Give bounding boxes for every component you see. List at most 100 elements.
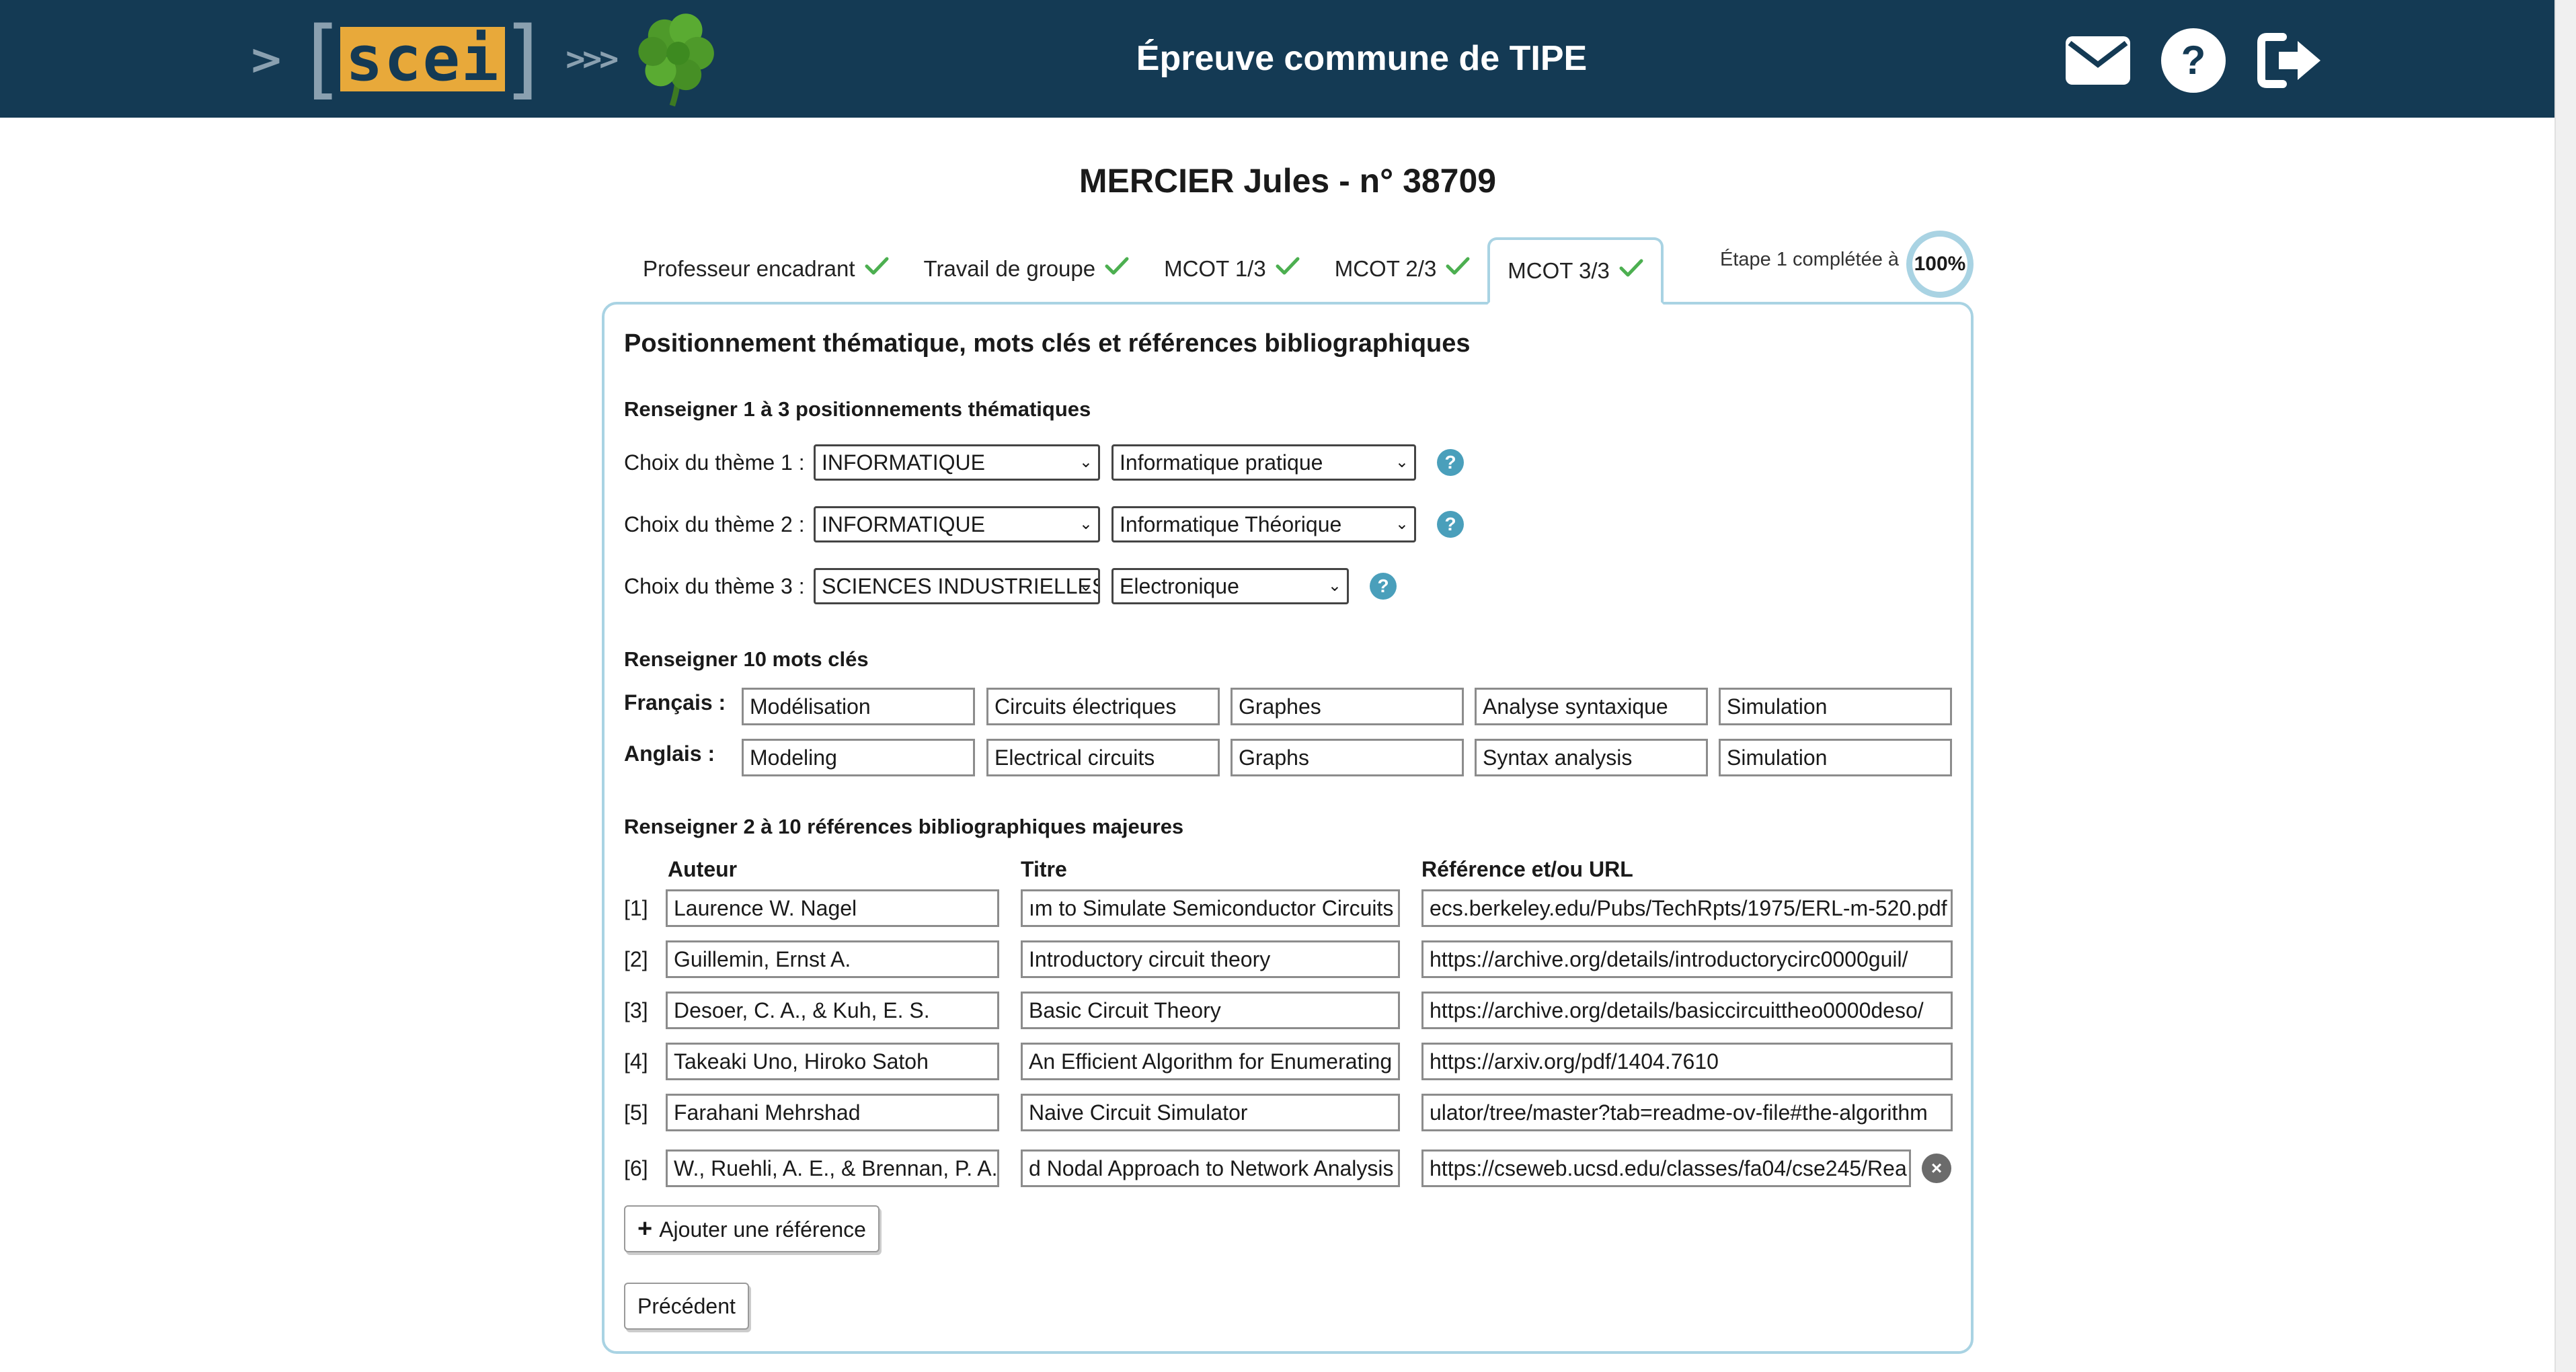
tab-mcot-2[interactable]: MCOT 2/3	[1317, 235, 1488, 302]
reference-url-input[interactable]: ulator/tree/master?tab=readme-ov-file#th…	[1421, 1094, 1953, 1131]
keyword-en-1-input[interactable]: Modeling	[742, 739, 975, 776]
student-name: MERCIER Jules - n° 38709	[1079, 162, 1497, 200]
add-reference-label: Ajouter une référence	[659, 1217, 866, 1242]
top-bar: > [scei] >>> Épreuve commune de TIPE ?	[0, 0, 2576, 118]
reference-title-input[interactable]: Naive Circuit Simulator	[1021, 1094, 1400, 1131]
previous-button[interactable]: Précédent	[624, 1283, 749, 1330]
reference-author-input[interactable]: Guillemin, Ernst A.	[666, 940, 999, 978]
window-scrollbar[interactable]	[2554, 0, 2576, 1372]
help-icon[interactable]: ?	[2160, 28, 2227, 93]
select-value: Informatique Théorique	[1120, 512, 1342, 536]
check-icon	[1619, 258, 1643, 284]
tab-mcot-1[interactable]: MCOT 1/3	[1146, 235, 1317, 302]
logo-arrows: >>>	[565, 40, 619, 78]
theme-1-subdomain-select[interactable]: Informatique pratique ⌄	[1111, 444, 1416, 481]
reference-url-input[interactable]: ecs.berkeley.edu/Pubs/TechRpts/1975/ERL-…	[1421, 889, 1953, 927]
french-label: Français :	[624, 690, 726, 715]
chevron-down-icon: ⌄	[1079, 515, 1093, 533]
keywords-heading: Renseigner 10 mots clés	[624, 647, 869, 671]
keyword-fr-3-input[interactable]: Graphes	[1231, 688, 1464, 725]
reference-index: [1]	[624, 896, 648, 920]
progress-ring: 100%	[1906, 231, 1974, 298]
progress-value: 100%	[1914, 253, 1966, 275]
keyword-en-5-input[interactable]: Simulation	[1719, 739, 1952, 776]
reference-index: [6]	[624, 1156, 648, 1180]
theme-label: Choix du thème 1 :	[624, 450, 805, 475]
url-column-header: Référence et/ou URL	[1421, 857, 1633, 881]
progress-label: Étape 1 complétée à	[1720, 249, 1900, 270]
reference-index: [3]	[624, 998, 648, 1022]
theme-label: Choix du thème 2 :	[624, 512, 805, 536]
keyword-fr-4-input[interactable]: Analyse syntaxique	[1475, 688, 1708, 725]
reference-url-input[interactable]: https://archive.org/details/basiccircuit…	[1421, 992, 1953, 1029]
select-value: Informatique pratique	[1120, 450, 1323, 475]
theme-1-domain-select[interactable]: INFORMATIQUE ⌄	[814, 444, 1100, 481]
theme-help-icon[interactable]: ?	[1437, 511, 1464, 538]
keyword-fr-5-input[interactable]: Simulation	[1719, 688, 1952, 725]
keyword-en-4-input[interactable]: Syntax analysis	[1475, 739, 1708, 776]
check-icon	[1276, 256, 1300, 282]
previous-label: Précédent	[637, 1294, 736, 1318]
add-reference-button[interactable]: + Ajouter une référence	[624, 1205, 880, 1252]
english-label: Anglais :	[624, 741, 715, 766]
reference-title-input[interactable]: Basic Circuit Theory	[1021, 992, 1400, 1029]
tab-bar: Professeur encadrant Travail de groupe MCO…	[625, 235, 1664, 305]
tab-label: MCOT 1/3	[1164, 256, 1266, 281]
remove-reference-icon[interactable]: ×	[1922, 1154, 1951, 1183]
keyword-en-2-input[interactable]: Electrical circuits	[986, 739, 1220, 776]
reference-url-input[interactable]: https://cseweb.ucsd.edu/classes/fa04/cse…	[1421, 1149, 1911, 1187]
keyword-fr-2-input[interactable]: Circuits électriques	[986, 688, 1220, 725]
references-heading: Renseigner 2 à 10 références bibliograph…	[624, 815, 1184, 838]
keyword-en-3-input[interactable]: Graphs	[1231, 739, 1464, 776]
chevron-down-icon: ⌄	[1395, 515, 1409, 533]
chevron-down-icon: ⌄	[1079, 577, 1093, 595]
tab-label: Professeur encadrant	[643, 256, 855, 281]
form-title: Positionnement thématique, mots clés et …	[624, 329, 1471, 358]
theme-3-domain-select[interactable]: SCIENCES INDUSTRIELLES ⌄	[814, 568, 1100, 604]
reference-author-input[interactable]: Farahani Mehrshad	[666, 1094, 999, 1131]
reference-title-input[interactable]: d Nodal Approach to Network Analysis	[1021, 1149, 1400, 1187]
reference-author-input[interactable]: Laurence W. Nagel	[666, 889, 999, 927]
logo-box: [scei]	[306, 9, 539, 109]
tab-mcot-3[interactable]: MCOT 3/3	[1487, 237, 1664, 305]
title-column-header: Titre	[1021, 857, 1067, 881]
logo-chevron: >	[249, 34, 284, 84]
reference-author-input[interactable]: W., Ruehli, A. E., & Brennan, P. A.	[666, 1149, 999, 1187]
theme-2-domain-select[interactable]: INFORMATIQUE ⌄	[814, 506, 1100, 542]
scei-logo[interactable]: > [scei] >>>	[249, 9, 727, 109]
reference-author-input[interactable]: Takeaki Uno, Hiroko Satoh	[666, 1043, 999, 1080]
theme-help-icon[interactable]: ?	[1370, 573, 1397, 600]
reference-title-input[interactable]: An Efficient Algorithm for Enumerating	[1021, 1043, 1400, 1080]
tab-label: MCOT 2/3	[1334, 256, 1437, 281]
themes-heading: Renseigner 1 à 3 positionnements thémati…	[624, 397, 1091, 421]
reference-title-input[interactable]: Introductory circuit theory	[1021, 940, 1400, 978]
reference-index: [2]	[624, 947, 648, 971]
app-title: Épreuve commune de TIPE	[1136, 39, 1588, 78]
chevron-down-icon: ⌄	[1079, 453, 1093, 471]
logo-text: scei	[340, 27, 506, 91]
theme-label: Choix du thème 3 :	[624, 574, 805, 598]
theme-2-subdomain-select[interactable]: Informatique Théorique ⌄	[1111, 506, 1416, 542]
author-column-header: Auteur	[668, 857, 738, 881]
tab-label: Travail de groupe	[923, 256, 1096, 281]
reference-author-input[interactable]: Desoer, C. A., & Kuh, E. S.	[666, 992, 999, 1029]
reference-index: [5]	[624, 1100, 648, 1125]
tab-label: MCOT 3/3	[1508, 258, 1610, 283]
theme-3-subdomain-select[interactable]: Electronique ⌄	[1111, 568, 1349, 604]
check-icon	[1446, 256, 1470, 282]
tab-professeur-encadrant[interactable]: Professeur encadrant	[625, 235, 906, 302]
reference-index: [4]	[624, 1049, 648, 1074]
select-value: Electronique	[1120, 574, 1239, 598]
tab-travail-de-groupe[interactable]: Travail de groupe	[906, 235, 1147, 302]
reference-url-input[interactable]: https://arxiv.org/pdf/1404.7610	[1421, 1043, 1953, 1080]
select-value: INFORMATIQUE	[822, 512, 985, 536]
svg-text:?: ?	[2181, 38, 2206, 83]
reference-title-input[interactable]: ım to Simulate Semiconductor Circuits	[1021, 889, 1400, 927]
theme-help-icon[interactable]: ?	[1437, 449, 1464, 476]
keyword-fr-1-input[interactable]: Modélisation	[742, 688, 975, 725]
mail-icon[interactable]	[2064, 30, 2132, 91]
logout-icon[interactable]	[2256, 30, 2323, 91]
reference-url-input[interactable]: https://archive.org/details/introductory…	[1421, 940, 1953, 978]
plus-icon: +	[637, 1215, 653, 1243]
check-icon	[1105, 256, 1129, 282]
